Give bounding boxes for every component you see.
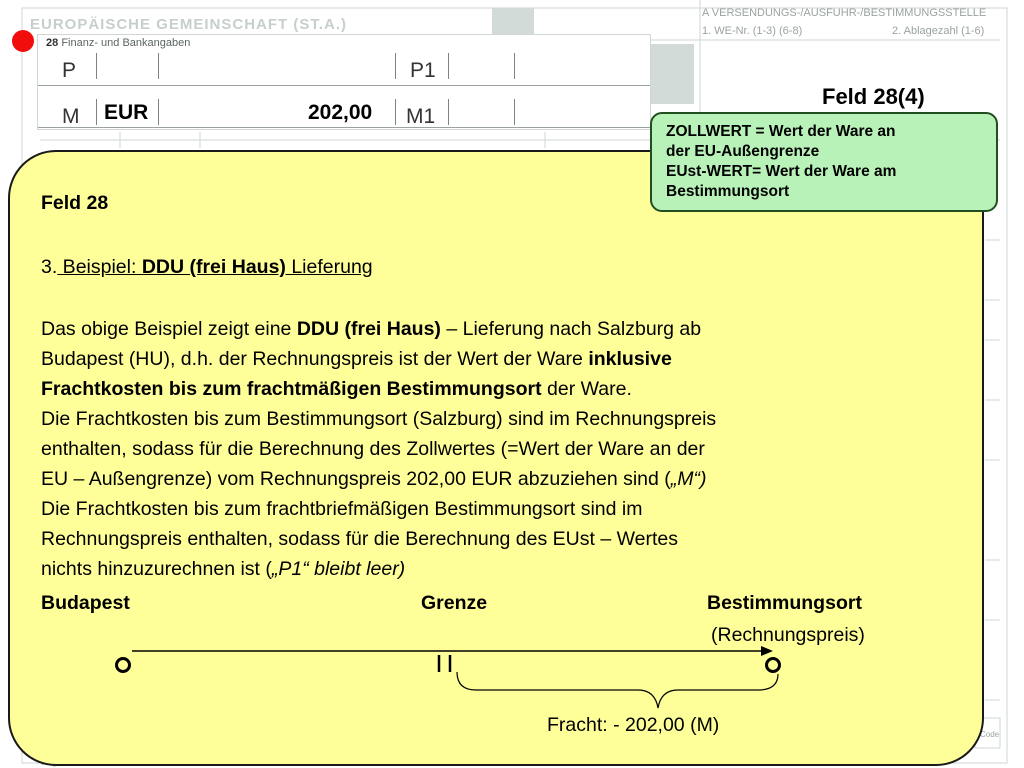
background-form-we-nr: 1. WE-Nr. (1-3) (6-8) <box>702 25 803 37</box>
freight-brace <box>456 671 779 709</box>
field-28-separator <box>395 53 396 79</box>
field-28-separator <box>158 99 159 125</box>
feld-label: Feld 28(4) <box>822 84 925 109</box>
field-28-p1-label: P1 <box>410 59 436 82</box>
route-diagram <box>115 646 781 709</box>
field-28-separator <box>448 53 449 79</box>
definition-line: der EU-Außengrenze <box>666 143 820 160</box>
field-28-m-label: M <box>62 105 80 128</box>
background-form-ablagezahl: 2. Ablagezahl (1-6) <box>892 25 985 37</box>
field-28-separator <box>514 53 515 79</box>
route-end-dot <box>765 657 781 673</box>
field-28-separator <box>514 99 515 125</box>
field-28-separator <box>395 99 396 125</box>
route-start-dot <box>115 657 131 673</box>
field-28-separator <box>158 53 159 79</box>
freight-label: Fracht: - 202,00 (M) <box>547 714 720 736</box>
background-form-header: EUROPÄISCHE GEMEINSCHAFT (ST.A.) <box>30 16 348 33</box>
field-28-row-divider <box>38 85 650 86</box>
field-28-separator <box>96 99 97 125</box>
red-marker-dot <box>12 30 34 52</box>
background-form-section-a: A VERSENDUNGS-/AUSFUHR-/BESTIMMUNGSSTELL… <box>702 7 987 19</box>
route-arrow-head <box>761 646 773 656</box>
field-28-amount: 202,00 <box>308 101 373 124</box>
explanation-panel: Feld 28 3. Beispiel: DDU (frei Haus) Lie… <box>8 150 984 766</box>
field-28-p-label: P <box>62 59 77 82</box>
field-28-separator <box>448 99 449 125</box>
field-28-currency: EUR <box>104 101 149 124</box>
background-form-header-right: A VERSENDUNGS-/AUSFUHR-/BESTIMMUNGSSTELL… <box>702 6 987 37</box>
definition-line: EUst-WERT= Wert der Ware am <box>666 163 897 180</box>
field-28-bottom-line <box>38 127 650 128</box>
definition-line: Bestimmungsort <box>666 183 790 200</box>
field-28-separator <box>96 53 97 79</box>
field-28-header: 28 Finanz- und Bankangaben <box>46 37 191 49</box>
field-28-m1-label: M1 <box>406 105 436 128</box>
definition-box: ZOLLWERT = Wert der Ware an der EU-Außen… <box>650 112 998 212</box>
definition-line: ZOLLWERT = Wert der Ware an <box>666 123 896 140</box>
field-28-panel: 28 Finanz- und Bankangaben P P1 M EUR 20… <box>37 34 651 130</box>
